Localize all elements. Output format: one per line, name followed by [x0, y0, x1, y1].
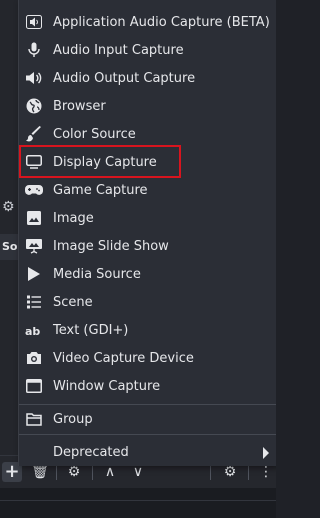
background-gear-icon[interactable]: ⚙ — [2, 198, 18, 216]
menu-separator — [19, 434, 276, 435]
menu-item-label: Color Source — [53, 126, 136, 142]
menu-item-browser[interactable]: Browser — [19, 92, 276, 120]
menu-item-label: Text (GDI+) — [53, 322, 129, 338]
gamepad-icon — [25, 181, 43, 199]
globe-icon — [25, 97, 43, 115]
toolbar-divider — [92, 464, 93, 480]
menu-item-display-capture[interactable]: Display Capture — [19, 148, 276, 176]
scene-list-icon — [25, 293, 43, 311]
background-panel — [0, 0, 18, 455]
menu-item-label: Window Capture — [53, 378, 161, 394]
menu-item-media-source[interactable]: Media Source — [19, 260, 276, 288]
menu-item-label: Image — [53, 210, 94, 226]
folder-icon — [25, 410, 43, 428]
text-ab-icon: ab — [25, 321, 43, 339]
menu-item-label: Audio Output Capture — [53, 70, 196, 86]
menu-item-video-capture-device[interactable]: Video Capture Device — [19, 344, 276, 372]
window-icon — [25, 377, 43, 395]
app-audio-icon — [25, 13, 43, 31]
obs-window-background: ⚙ So + 🗑 ⚙ ∧ ∨ ⚙ ⋮ Application Audio Cap… — [0, 0, 276, 518]
menu-item-window-capture[interactable]: Window Capture — [19, 372, 276, 400]
speaker-icon — [25, 69, 43, 87]
menu-item-label: Deprecated — [53, 444, 129, 460]
toolbar-divider — [210, 464, 211, 480]
menu-item-deprecated-submenu[interactable]: Deprecated — [19, 438, 276, 466]
menu-item-image-slide-show[interactable]: Image Slide Show — [19, 232, 276, 260]
menu-item-group[interactable]: Group — [19, 405, 276, 433]
play-icon — [25, 265, 43, 283]
monitor-icon — [25, 153, 43, 171]
menu-item-label: Image Slide Show — [53, 238, 169, 254]
menu-item-application-audio-capture[interactable]: Application Audio Capture (BETA) — [19, 8, 276, 36]
menu-item-image[interactable]: Image — [19, 204, 276, 232]
blank-icon — [25, 443, 43, 461]
toolbar-divider — [56, 464, 57, 480]
menu-item-audio-output-capture[interactable]: Audio Output Capture — [19, 64, 276, 92]
menu-item-audio-input-capture[interactable]: Audio Input Capture — [19, 36, 276, 64]
microphone-icon — [25, 41, 43, 59]
menu-item-game-capture[interactable]: Game Capture — [19, 176, 276, 204]
menu-item-label: Group — [53, 411, 93, 427]
sources-dock-tab[interactable]: So — [0, 234, 18, 260]
menu-item-label: Game Capture — [53, 182, 148, 198]
menu-item-label: Application Audio Capture (BETA) — [53, 14, 270, 30]
svg-text:ab: ab — [25, 325, 40, 337]
camera-icon — [25, 349, 43, 367]
brush-icon — [25, 125, 43, 143]
add-source-context-menu: Application Audio Capture (BETA) Audio I… — [18, 0, 276, 466]
menu-item-label: Browser — [53, 98, 106, 114]
menu-item-label: Audio Input Capture — [53, 42, 184, 58]
menu-item-label: Media Source — [53, 266, 141, 282]
menu-item-label: Video Capture Device — [53, 350, 194, 366]
slideshow-icon — [25, 237, 43, 255]
lower-panel-divider — [0, 500, 276, 501]
menu-item-text-gdi[interactable]: ab Text (GDI+) — [19, 316, 276, 344]
menu-item-color-source[interactable]: Color Source — [19, 120, 276, 148]
submenu-arrow-icon — [263, 447, 269, 459]
toolbar-divider — [248, 464, 249, 480]
lower-panel — [0, 488, 276, 518]
menu-item-scene[interactable]: Scene — [19, 288, 276, 316]
menu-item-label: Display Capture — [53, 154, 157, 170]
menu-item-label: Scene — [53, 294, 93, 310]
image-icon — [25, 209, 43, 227]
